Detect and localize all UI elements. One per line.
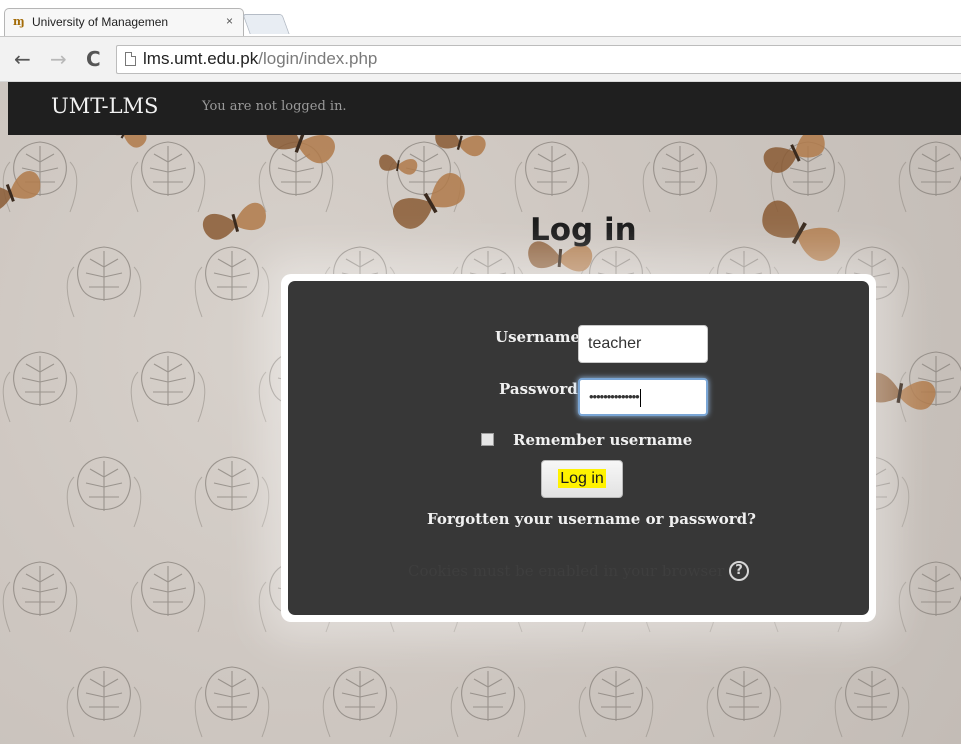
page-title: Log in — [530, 212, 637, 248]
wallpaper-leaf — [66, 666, 142, 738]
url-host: lms.umt.edu.pk — [143, 49, 259, 68]
browser-tab-title: University of Managemen — [32, 15, 169, 29]
wallpaper-leaf — [130, 141, 206, 213]
wallpaper-leaf — [66, 246, 142, 318]
wallpaper-leaf — [2, 351, 78, 423]
cookie-notice: Cookies must be enabled in your browser — [408, 562, 725, 580]
wallpaper-leaf — [66, 456, 142, 528]
butterfly-decoration — [203, 202, 266, 240]
username-label: Username — [495, 328, 581, 346]
wallpaper-leaf — [898, 561, 961, 633]
wallpaper-leaf — [2, 141, 78, 213]
url-path: /login/index.php — [258, 49, 378, 68]
wallpaper-leaf — [322, 666, 398, 738]
wallpaper-leaf — [898, 141, 961, 213]
wallpaper-leaf — [578, 666, 654, 738]
browser-tab[interactable]: ɱ University of Managemen × — [4, 8, 244, 36]
butterfly-decoration — [393, 172, 465, 229]
wallpaper-leaf — [834, 666, 910, 738]
wallpaper-leaf — [194, 666, 270, 738]
address-bar[interactable]: lms.umt.edu.pk/login/index.php — [116, 45, 961, 74]
butterfly-decoration — [762, 200, 840, 261]
password-field[interactable]: •••••••••••••• — [578, 378, 708, 416]
forward-arrow-icon[interactable]: → — [50, 48, 67, 70]
tab-close-icon[interactable]: × — [226, 14, 233, 28]
login-panel: Username teacher Password ••••••••••••••… — [288, 281, 869, 615]
wallpaper-leaf — [642, 141, 718, 213]
remember-username-label[interactable]: Remember username — [513, 431, 692, 449]
address-bar-url[interactable]: lms.umt.edu.pk/login/index.php — [143, 49, 377, 69]
password-masked-value: •••••••••••••• — [589, 389, 640, 404]
login-button[interactable]: Log in — [541, 460, 623, 498]
page-viewport: UMT-LMS You are not logged in. Log in Us… — [0, 82, 961, 744]
wallpaper-leaf — [514, 141, 590, 213]
username-field[interactable]: teacher — [578, 325, 708, 363]
login-button-label: Log in — [558, 469, 606, 488]
wallpaper-leaf — [130, 561, 206, 633]
forgot-password-link[interactable]: Forgotten your username or password? — [427, 510, 756, 528]
back-arrow-icon[interactable]: ← — [14, 48, 31, 70]
site-navbar: UMT-LMS You are not logged in. — [8, 82, 961, 135]
password-label: Password — [499, 380, 578, 398]
site-brand[interactable]: UMT-LMS — [51, 94, 158, 118]
wallpaper-leaf — [194, 246, 270, 318]
wallpaper-leaf — [2, 561, 78, 633]
wallpaper-leaf — [450, 666, 526, 738]
wallpaper-leaf — [706, 666, 782, 738]
page-icon — [125, 52, 136, 66]
text-caret — [639, 388, 641, 407]
browser-tab-strip: ɱ University of Managemen × — [0, 0, 961, 37]
reload-icon[interactable]: C — [86, 48, 101, 70]
remember-username-checkbox[interactable] — [481, 433, 494, 446]
new-tab-button[interactable] — [242, 14, 290, 34]
browser-toolbar: ← → C lms.umt.edu.pk/login/index.php — [0, 37, 961, 82]
umt-favicon-icon: ɱ — [13, 15, 25, 28]
wallpaper-leaf — [130, 351, 206, 423]
wallpaper-leaf — [194, 456, 270, 528]
help-icon[interactable]: ? — [729, 561, 749, 581]
login-status-text: You are not logged in. — [202, 99, 347, 114]
butterfly-decoration — [0, 171, 41, 212]
